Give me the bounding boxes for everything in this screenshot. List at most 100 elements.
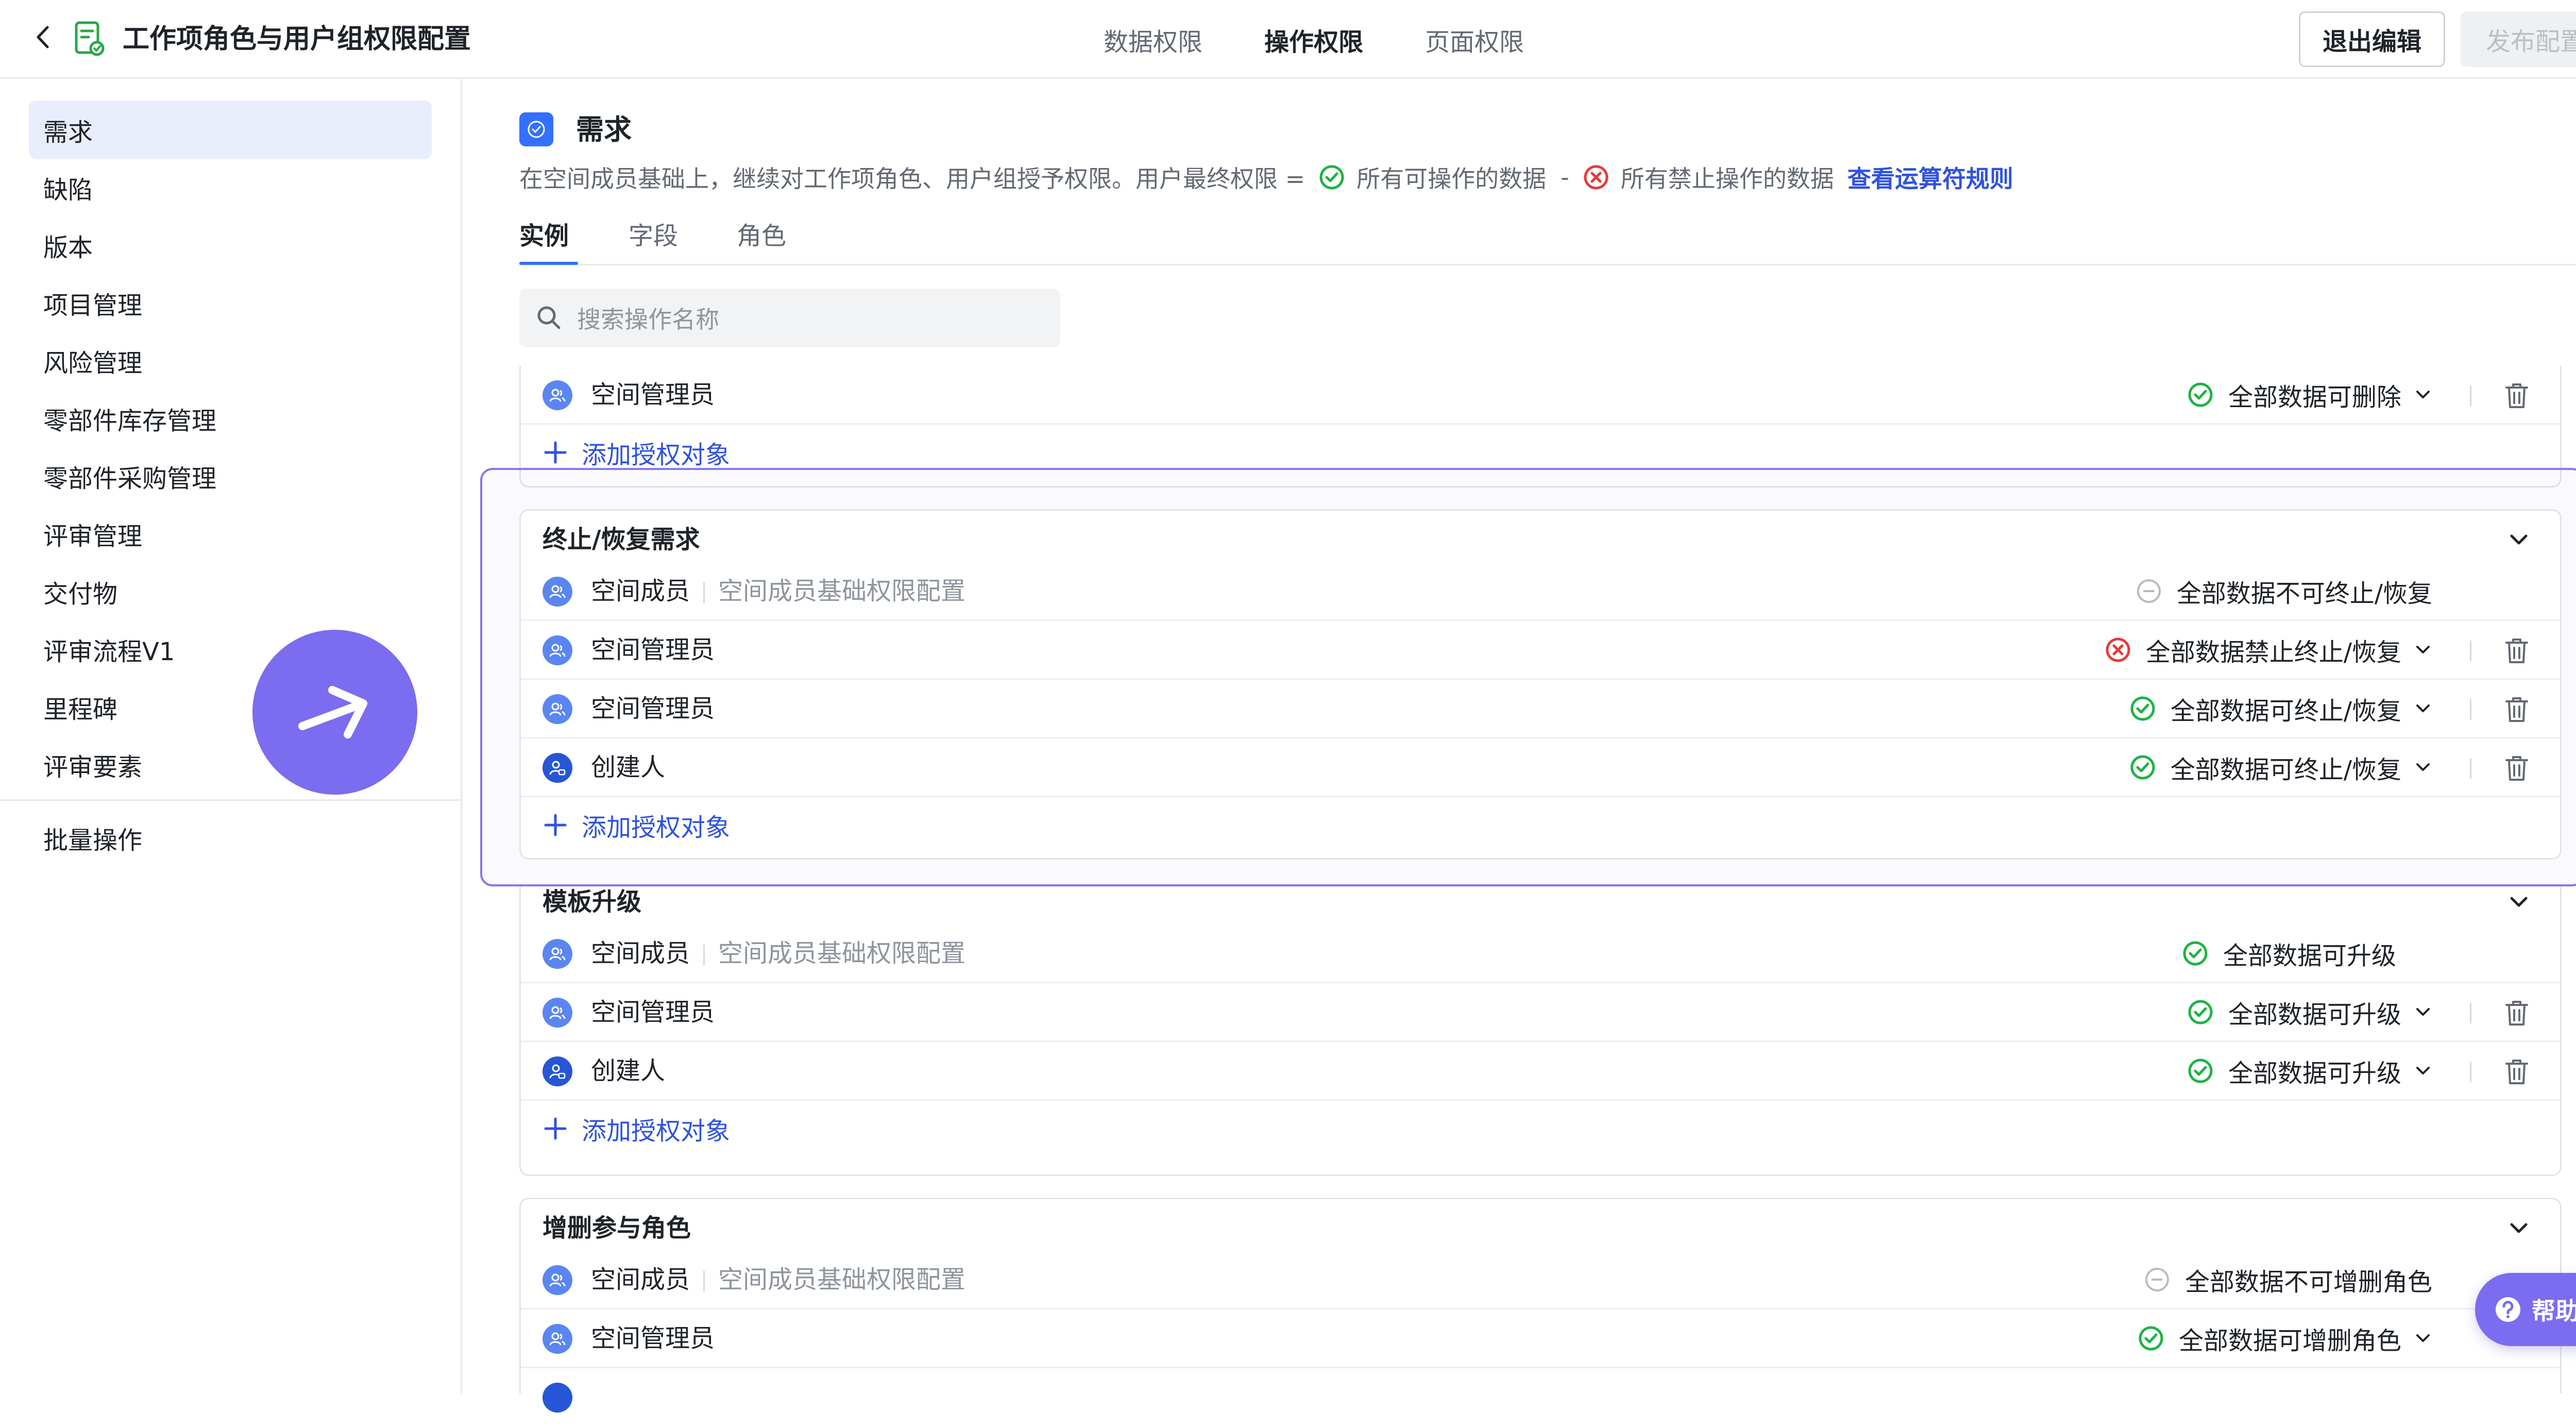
permission-card-template-upgrade: 模板升级 空间成员 空间成员基础权限配置 全部数据可升级 空间管理员 全部数据可升… [519,886,2562,1176]
allow-check-icon [2130,755,2155,780]
permission-select[interactable]: 全部数据可增删角色 [2138,1320,2433,1357]
section-title: 增删参与角色 [543,1214,691,1243]
sidebar-item-project[interactable]: 项目管理 [29,274,432,332]
back-button[interactable] [30,22,56,53]
sidebar-item-batch-operation[interactable]: 批量操作 [29,809,432,867]
permission-row: 空间管理员 全部数据禁止终止/恢复 [521,621,2560,680]
sidebar-item-deliverable[interactable]: 交付物 [29,562,432,621]
subject-name: 空间成员 空间成员基础权限配置 [591,577,966,606]
sidebar-item-parts-purchase[interactable]: 零部件采购管理 [29,447,432,506]
chevron-down-icon [2416,1334,2430,1342]
collapse-chevron-icon[interactable] [2506,1216,2531,1240]
none-minus-icon [2137,579,2161,603]
user-lock-icon [549,761,566,776]
action-divider [2470,385,2471,406]
users-icon [549,644,566,657]
sidebar-item-review[interactable]: 评审管理 [29,505,432,563]
tab-page-permission[interactable]: 页面权限 [1425,24,1524,61]
tab-data-permission[interactable]: 数据权限 [1104,24,1202,61]
permission-label: 全部数据不可终止/恢复 [2176,579,2432,608]
permission-label: 全部数据可升级 [2228,1059,2401,1088]
deny-x-icon [2106,637,2130,662]
users-icon [549,389,566,402]
arrow-right-icon [298,686,367,738]
trash-icon[interactable] [2503,695,2530,724]
sidebar-item-defect[interactable]: 缺陷 [29,158,432,217]
none-minus-icon [2145,1268,2169,1291]
chevron-down-icon [2416,704,2430,712]
section-title: 终止/恢复需求 [543,525,700,554]
permission-select[interactable]: 全部数据可终止/恢复 [2129,749,2433,786]
help-button[interactable]: 帮助 [2475,1273,2576,1346]
tab-operation-permission[interactable]: 操作权限 [1264,24,1363,61]
chevron-down-icon [2416,763,2430,771]
user-group-avatar [543,998,572,1028]
publish-config-button[interactable]: 发布配置 [2461,11,2576,67]
plus-icon [544,1117,567,1140]
sidebar-item-risk[interactable]: 风险管理 [29,331,432,390]
permission-select[interactable]: 全部数据可删除 [2187,376,2433,413]
user-lock-icon [549,1064,566,1079]
trash-icon[interactable] [2503,636,2530,665]
add-subject-button[interactable]: 添加授权对象 [543,1110,730,1147]
user-group-avatar [543,635,572,665]
search-icon [537,306,561,329]
chevron-down-icon [2416,391,2430,398]
allow-check-icon [2188,382,2213,407]
collapse-chevron-icon[interactable] [2506,889,2531,914]
exit-edit-button[interactable]: 退出编辑 [2299,11,2445,67]
permission-select[interactable]: 全部数据可升级 [2187,994,2433,1031]
users-icon [549,1332,566,1346]
permission-row: 空间成员 空间成员基础权限配置 全部数据不可终止/恢复 [521,562,2560,621]
permission-select[interactable]: 全部数据可升级 [2187,1052,2433,1089]
permission-label: 全部数据可终止/恢复 [2170,756,2401,784]
section-title: 模板升级 [543,887,642,916]
subject-name: 空间成员 空间成员基础权限配置 [591,1265,966,1294]
subject-name: 空间管理员 [591,694,715,723]
chevron-down-icon [2416,1067,2430,1075]
tab-instance[interactable]: 实例 [519,215,569,257]
allow-check-icon [2130,696,2155,721]
subject-name: 空间管理员 [591,635,715,664]
collapse-chevron-icon[interactable] [2506,527,2531,552]
subject-name: 空间管理员 [591,998,715,1027]
permission-label: 全部数据可升级 [2228,1000,2401,1029]
plus-icon [544,814,567,836]
subject-name: 创建人 [591,753,666,782]
permission-select[interactable]: 全部数据禁止终止/恢复 [2105,631,2433,668]
search-input[interactable]: 搜索操作名称 [519,289,1060,347]
deny-x-icon [1584,165,1608,190]
permission-row: 空间管理员 全部数据可终止/恢复 [521,680,2560,738]
operator-rules-link[interactable]: 查看运算符规则 [1848,160,2013,194]
action-divider [2470,641,2471,661]
trash-icon[interactable] [2503,381,2530,410]
chevron-down-icon [2416,646,2430,653]
page-title: 工作项角色与用户组权限配置 [123,24,471,55]
sidebar-item-requirement[interactable]: 需求 [29,100,432,159]
trash-icon[interactable] [2503,1057,2530,1086]
permission-select[interactable]: 全部数据可终止/恢复 [2129,690,2433,727]
add-subject-button[interactable]: 添加授权对象 [543,807,730,844]
permission-row-partial [521,1368,2560,1427]
subject-name: 创建人 [591,1056,666,1085]
creator-avatar [543,753,572,783]
floating-arrow-button[interactable] [252,630,417,795]
top-bar: 工作项角色与用户组权限配置 数据权限 操作权限 页面权限 退出编辑 发布配置 [0,0,2576,79]
permission-row: 空间管理员 全部数据可升级 [521,983,2560,1042]
permission-label: 全部数据可终止/恢复 [2170,697,2401,726]
permission-value: 全部数据可升级 [2182,935,2396,972]
add-subject-button[interactable]: 添加授权对象 [543,434,730,471]
add-subject-label: 添加授权对象 [582,441,731,469]
sidebar-item-version[interactable]: 版本 [29,216,432,275]
add-subject-label: 添加授权对象 [582,1117,731,1146]
users-icon [549,1006,566,1019]
user-group-avatar [543,1324,572,1354]
tab-role[interactable]: 角色 [737,215,786,257]
trash-icon[interactable] [2503,999,2530,1028]
chevron-left-icon [37,26,49,48]
sidebar-item-parts-inventory[interactable]: 零部件库存管理 [29,389,432,448]
permission-card-terminate-restore: 终止/恢复需求 空间成员 空间成员基础权限配置 全部数据不可终止/恢复 空间管理员… [519,509,2562,860]
requirement-checkbox[interactable] [519,112,553,146]
tab-field[interactable]: 字段 [629,215,678,257]
trash-icon[interactable] [2503,754,2530,783]
